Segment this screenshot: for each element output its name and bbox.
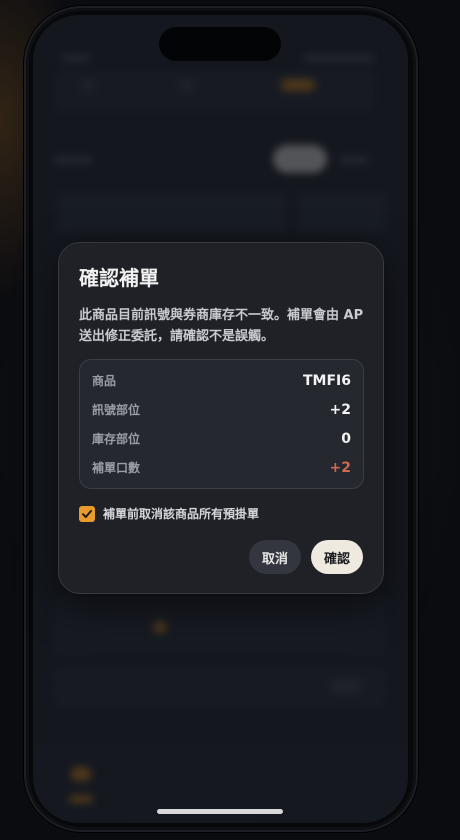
info-value: +2 — [329, 459, 351, 476]
confirm-reorder-dialog: 確認補單 此商品目前訊號與券商庫存不一致。補單會由 AP 送出修正委託，請確認不… — [58, 242, 384, 594]
confirm-button[interactable]: 確認 — [311, 540, 363, 574]
info-value: +2 — [329, 401, 351, 418]
dialog-title: 確認補單 — [79, 266, 159, 290]
home-indicator[interactable] — [157, 809, 283, 814]
info-label: 庫存部位 — [92, 432, 141, 446]
info-row-inventory-position: 庫存部位 0 — [92, 424, 351, 453]
info-label: 訊號部位 — [92, 403, 141, 417]
cancel-pending-option[interactable]: 補單前取消該商品所有預掛單 — [79, 505, 363, 522]
info-row-product: 商品 TMFI6 — [92, 366, 351, 395]
dialog-actions: 取消 確認 — [249, 540, 363, 574]
cancel-pending-label[interactable]: 補單前取消該商品所有預掛單 — [103, 505, 259, 522]
cancel-button[interactable]: 取消 — [249, 540, 301, 574]
info-value: TMFI6 — [303, 372, 351, 389]
cancel-pending-checkbox[interactable] — [79, 505, 95, 522]
info-label: 商品 — [92, 374, 117, 388]
info-row-signal-position: 訊號部位 +2 — [92, 395, 351, 424]
info-row-reorder-quantity: 補單口數 +2 — [92, 453, 351, 482]
info-label: 補單口數 — [92, 461, 141, 475]
dialog-message: 此商品目前訊號與券商庫存不一致。補單會由 AP 送出修正委託，請確認不是誤觸。 — [79, 308, 364, 344]
order-info-table: 商品 TMFI6 訊號部位 +2 庫存部位 0 補單口數 +2 — [79, 359, 364, 489]
info-value: 0 — [341, 430, 351, 447]
checkmark-icon — [82, 509, 92, 518]
